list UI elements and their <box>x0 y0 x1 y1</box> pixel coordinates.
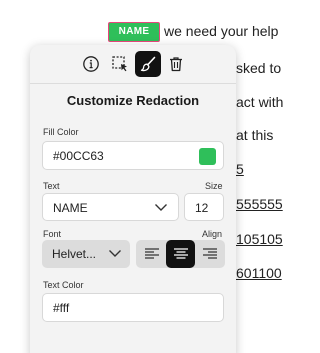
info-icon <box>83 56 99 72</box>
align-left-icon <box>144 248 159 259</box>
document-line: at this <box>236 127 274 143</box>
chevron-down-icon <box>155 204 167 211</box>
fill-color-value: #00CC63 <box>53 149 104 163</box>
redaction-toolbar <box>30 49 236 79</box>
document-line: 555555 <box>236 196 283 212</box>
toolbar-divider <box>30 83 236 84</box>
text-select[interactable]: NAME <box>42 193 179 221</box>
info-button[interactable] <box>78 51 104 77</box>
document-line: act with <box>236 94 284 110</box>
text-color-label: Text Color <box>43 280 84 290</box>
document-line: 5 <box>236 161 244 177</box>
align-center-icon <box>173 248 188 259</box>
text-color-value: #fff <box>53 301 70 315</box>
align-right-icon <box>202 248 217 259</box>
text-select-value: NAME <box>53 201 88 215</box>
size-label: Size <box>205 181 223 191</box>
font-select[interactable]: Helvet... <box>42 240 130 268</box>
document-line: 105105 <box>236 231 283 247</box>
text-label: Text <box>43 181 60 191</box>
document-line: 601100 <box>236 265 282 281</box>
size-value: 12 <box>195 201 209 215</box>
align-label: Align <box>202 229 223 239</box>
font-select-value: Helvet... <box>52 247 97 261</box>
chevron-down-icon <box>109 250 121 257</box>
size-input[interactable]: 12 <box>184 193 224 221</box>
delete-button[interactable] <box>163 51 189 77</box>
select-region-button[interactable] <box>107 51 133 77</box>
fill-color-label: Fill Color <box>43 127 79 137</box>
customize-redaction-popover: Customize Redaction Fill Color #00CC63 T… <box>30 45 236 353</box>
panel-title: Customize Redaction <box>66 93 200 108</box>
document-line: we need your help <box>164 23 279 39</box>
trash-icon <box>170 57 182 72</box>
redaction-box[interactable]: NAME <box>108 22 160 42</box>
document-line: sked to <box>236 60 282 76</box>
brush-button[interactable] <box>135 51 161 77</box>
select-region-icon <box>112 56 127 72</box>
align-button-group <box>136 240 225 268</box>
font-label: Font <box>43 229 62 239</box>
align-left-button[interactable] <box>137 240 166 268</box>
text-color-input[interactable]: #fff <box>42 293 224 322</box>
align-right-button[interactable] <box>195 240 224 268</box>
align-center-button[interactable] <box>166 240 195 268</box>
brush-icon <box>140 56 156 72</box>
fill-color-input[interactable]: #00CC63 <box>42 141 224 170</box>
fill-color-swatch[interactable] <box>199 148 216 165</box>
